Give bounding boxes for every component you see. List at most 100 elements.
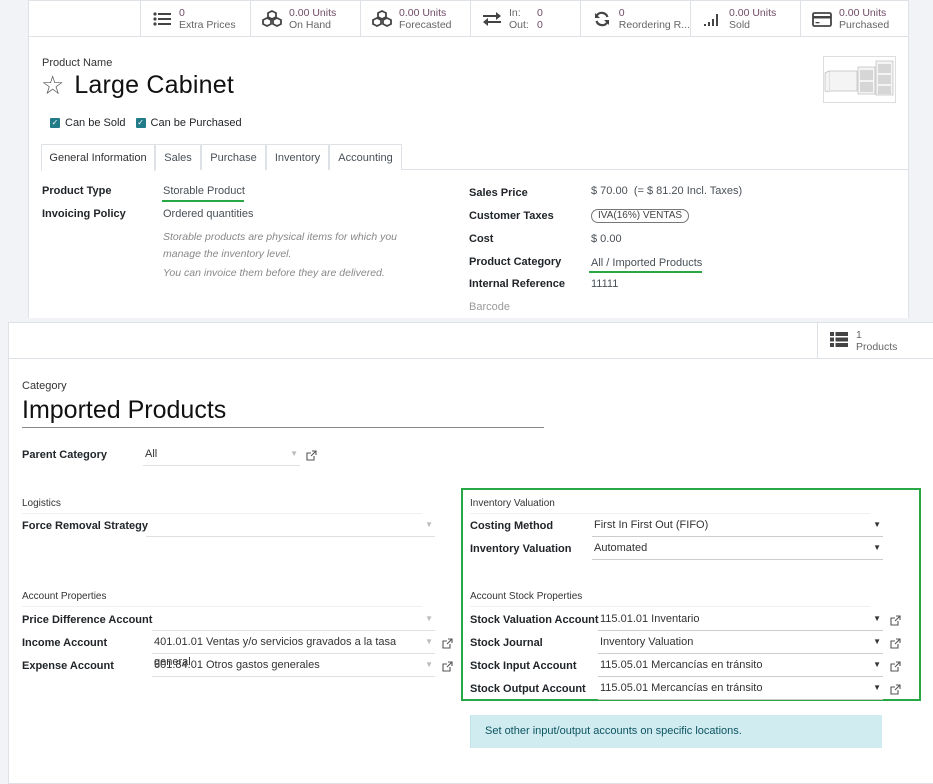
caret-down-icon: ▼ bbox=[425, 520, 433, 529]
extra-prices-button[interactable]: 0 Extra Prices bbox=[140, 1, 250, 37]
external-link-icon[interactable] bbox=[306, 450, 317, 461]
smart-button-bar: 0 Extra Prices 0.00 Units On Hand 0.00 Uni… bbox=[29, 0, 908, 37]
caret-down-icon: ▼ bbox=[873, 683, 881, 692]
costing-method-label: Costing Method bbox=[470, 520, 554, 532]
stock-journal-value: Inventory Valuation bbox=[600, 636, 694, 648]
can-be-sold-label: Can be Sold bbox=[65, 117, 126, 129]
internal-reference-field[interactable]: 11111 bbox=[591, 278, 618, 290]
expense-account-select[interactable]: 601.84.01 Otros gastos generales ▼ bbox=[152, 655, 435, 677]
smart-label: Purchased bbox=[839, 19, 890, 31]
smart-value: 0 bbox=[179, 7, 185, 19]
external-link-icon[interactable] bbox=[890, 638, 901, 649]
force-removal-label: Force Removal Strategy bbox=[22, 520, 148, 532]
category-name-input[interactable]: Imported Products bbox=[22, 393, 544, 428]
in-out-button[interactable]: In: 0 Out: 0 bbox=[470, 1, 580, 37]
expense-account-label: Expense Account bbox=[22, 660, 114, 672]
internal-reference-label: Internal Reference bbox=[469, 278, 565, 290]
tax-badge[interactable]: IVA(16%) VENTAS bbox=[591, 209, 690, 223]
product-type-label: Product Type bbox=[42, 185, 112, 197]
parent-category-select[interactable]: All ▼ bbox=[143, 444, 300, 466]
tab-sales[interactable]: Sales bbox=[155, 144, 201, 170]
external-link-icon[interactable] bbox=[890, 661, 901, 672]
parent-category-label: Parent Category bbox=[22, 449, 107, 461]
purchased-button[interactable]: 0.00 Units Purchased bbox=[800, 1, 910, 37]
stock-input-select[interactable]: 115.05.01 Mercancías en tránsito ▼ bbox=[598, 655, 883, 677]
stock-output-label: Stock Output Account bbox=[470, 683, 586, 695]
product-type-hint: manage the inventory level. bbox=[163, 248, 292, 260]
invoicing-policy-field[interactable]: Ordered quantities bbox=[163, 208, 254, 220]
caret-down-icon: ▼ bbox=[873, 520, 881, 529]
category-form-sheet: 1 Products Category Imported Products Par… bbox=[8, 322, 933, 784]
in-value: 0 bbox=[537, 7, 543, 19]
reordering-rules-button[interactable]: 0 Reordering R... bbox=[580, 1, 690, 37]
highlight-underline bbox=[162, 200, 244, 202]
external-link-icon[interactable] bbox=[442, 661, 453, 672]
price-difference-select[interactable]: ▼ bbox=[152, 609, 435, 631]
sales-price-field[interactable]: $ 70.00 (= $ 81.20 Incl. Taxes) bbox=[591, 185, 742, 197]
product-type-field[interactable]: Storable Product bbox=[163, 185, 245, 197]
product-category-label: Product Category bbox=[469, 256, 562, 268]
income-account-select[interactable]: 401.01.01 Ventas y/o servicios gravados … bbox=[152, 632, 435, 668]
in-label: In: bbox=[509, 7, 521, 19]
product-type-hint: Storable products are physical items for… bbox=[163, 231, 398, 243]
smart-value: 0.00 Units bbox=[289, 7, 337, 19]
inventory-valuation-value: Automated bbox=[594, 542, 648, 554]
caret-down-icon: ▼ bbox=[873, 543, 881, 552]
product-image[interactable] bbox=[823, 56, 896, 103]
can-be-sold-checkbox[interactable]: ✓ Can be Sold bbox=[50, 117, 126, 129]
products-count: 1 bbox=[856, 328, 862, 341]
checkmark-icon: ✓ bbox=[135, 118, 146, 128]
customer-taxes-label: Customer Taxes bbox=[469, 210, 554, 222]
checkmark-icon: ✓ bbox=[50, 118, 60, 128]
smart-label: Reordering R... bbox=[618, 19, 690, 31]
can-be-purchased-checkbox[interactable]: ✓ Can be Purchased bbox=[135, 117, 242, 129]
smart-label: Forecasted bbox=[399, 19, 452, 31]
inventory-valuation-select[interactable]: Automated ▼ bbox=[592, 538, 883, 560]
external-link-icon[interactable] bbox=[890, 615, 901, 626]
parent-category-value: All bbox=[145, 448, 158, 460]
stock-valuation-select[interactable]: 115.01.01 Inventario ▼ bbox=[598, 609, 883, 631]
sales-price-value: $ 70.00 bbox=[591, 185, 628, 197]
price-difference-label: Price Difference Account bbox=[22, 614, 153, 626]
product-category-field[interactable]: All / Imported Products bbox=[591, 257, 702, 269]
sold-button[interactable]: 0.00 Units Sold bbox=[690, 1, 800, 37]
inventory-valuation-label: Inventory Valuation bbox=[470, 543, 572, 555]
external-link-icon[interactable] bbox=[442, 638, 453, 649]
caret-down-icon: ▼ bbox=[873, 660, 881, 669]
costing-method-select[interactable]: First In First Out (FIFO) ▼ bbox=[592, 515, 883, 537]
on-hand-button[interactable]: 0.00 Units On Hand bbox=[250, 1, 360, 37]
out-label: Out: bbox=[509, 19, 529, 31]
sales-price-incl-taxes: (= $ 81.20 Incl. Taxes) bbox=[633, 185, 743, 197]
smart-value: 0.00 Units bbox=[399, 7, 447, 19]
cubes-icon bbox=[261, 10, 283, 28]
refresh-icon bbox=[591, 10, 613, 28]
favorite-star-icon[interactable]: ☆ bbox=[41, 70, 64, 100]
cost-field[interactable]: $ 0.00 bbox=[591, 233, 622, 245]
barcode-label: Barcode bbox=[469, 301, 510, 313]
products-label: Products bbox=[856, 340, 898, 353]
can-be-purchased-label: Can be Purchased bbox=[150, 117, 242, 129]
tab-inventory[interactable]: Inventory bbox=[266, 144, 329, 170]
category-smart-bar: 1 Products bbox=[9, 323, 933, 359]
tab-accounting[interactable]: Accounting bbox=[329, 144, 402, 170]
product-name[interactable]: Large Cabinet bbox=[74, 71, 234, 100]
info-alert: Set other input/output accounts on speci… bbox=[470, 715, 882, 748]
caret-down-icon: ▼ bbox=[290, 449, 298, 458]
forecasted-button[interactable]: 0.00 Units Forecasted bbox=[360, 1, 470, 37]
sales-price-label: Sales Price bbox=[469, 187, 528, 199]
products-count-button[interactable]: 1 Products bbox=[817, 323, 933, 358]
stock-output-value: 115.05.01 Mercancías en tránsito bbox=[600, 682, 763, 694]
force-removal-select[interactable]: ▼ bbox=[146, 515, 435, 537]
invoicing-hint: You can invoice them before they are del… bbox=[163, 267, 385, 279]
stock-input-value: 115.05.01 Mercancías en tránsito bbox=[600, 659, 763, 671]
tab-general-information[interactable]: General Information bbox=[41, 144, 155, 171]
tab-purchase[interactable]: Purchase bbox=[201, 144, 266, 170]
stock-output-select[interactable]: 115.05.01 Mercancías en tránsito ▼ bbox=[598, 678, 883, 700]
inventory-valuation-section-title: Inventory Valuation bbox=[470, 498, 870, 514]
stock-journal-select[interactable]: Inventory Valuation ▼ bbox=[598, 632, 883, 654]
highlight-underline bbox=[589, 271, 702, 273]
smart-value: 0.00 Units bbox=[839, 7, 887, 19]
smart-label: On Hand bbox=[289, 19, 332, 31]
account-stock-section-title: Account Stock Properties bbox=[470, 591, 870, 607]
external-link-icon[interactable] bbox=[890, 684, 901, 695]
